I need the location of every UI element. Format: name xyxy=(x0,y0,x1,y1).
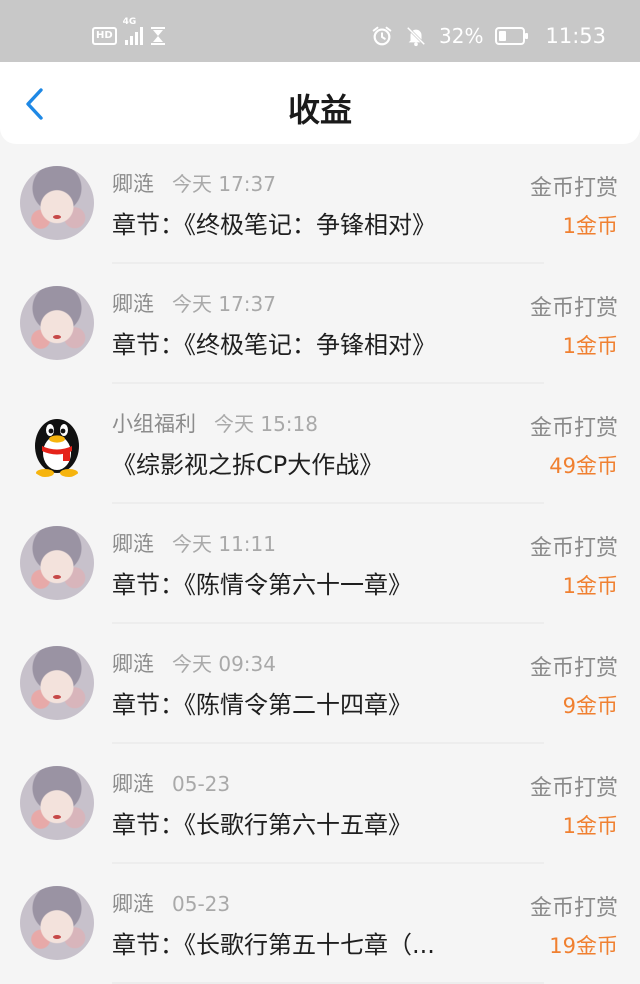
reward-type: 金币打赏 xyxy=(529,176,618,201)
app-header: 收益 xyxy=(0,62,640,144)
reward-type: 金币打赏 xyxy=(529,656,618,681)
avatar-detail xyxy=(53,335,61,339)
earnings-record[interactable]: 小组福利 今天 15:18 《综影视之拆CP大作战》 金币打赏 49金币 xyxy=(0,384,640,504)
battery-icon xyxy=(495,27,529,45)
sender-name: 卿涟 xyxy=(112,772,154,796)
record-time: 05-23 xyxy=(172,892,231,916)
reward-type: 金币打赏 xyxy=(529,536,618,561)
record-meta: 卿涟 今天 17:37 xyxy=(112,168,276,198)
sender-name: 卿涟 xyxy=(112,172,154,196)
record-meta: 卿涟 今天 09:34 xyxy=(112,648,276,678)
girl-avatar xyxy=(20,526,94,600)
reward-amount: 49金币 xyxy=(549,454,618,478)
record-meta: 小组福利 今天 15:18 xyxy=(112,408,318,438)
girl-avatar xyxy=(20,886,94,960)
battery-percent: 32% xyxy=(439,24,484,48)
avatar-detail xyxy=(53,815,61,819)
sender-name: 卿涟 xyxy=(112,292,154,316)
sender-name: 小组福利 xyxy=(112,412,196,436)
status-bar: HD 4G 32% 11:53 xyxy=(0,0,640,62)
avatar-detail xyxy=(53,935,61,939)
record-meta: 卿涟 今天 17:37 xyxy=(112,288,276,318)
record-title: 章节：《陈情令第二十四章》 xyxy=(112,691,412,719)
girl-avatar xyxy=(20,166,94,240)
reward-amount: 1金币 xyxy=(562,574,618,598)
reward-amount: 19金币 xyxy=(549,934,618,958)
alarm-icon xyxy=(372,26,392,46)
penguin-icon xyxy=(35,419,79,477)
record-title: 章节：《终极笔记：争锋相对》 xyxy=(112,331,436,359)
girl-avatar xyxy=(20,286,94,360)
signal-icon: 4G xyxy=(123,17,143,45)
earnings-record[interactable]: 卿涟 今天 09:34 章节：《陈情令第二十四章》 金币打赏 9金币 xyxy=(0,624,640,744)
page-title: 收益 xyxy=(287,91,352,129)
record-title: 章节：《陈情令第六十一章》 xyxy=(112,571,412,599)
sender-name: 卿涟 xyxy=(112,652,154,676)
record-time: 今天 09:34 xyxy=(172,652,276,676)
avatar-detail xyxy=(53,215,61,219)
reward-type: 金币打赏 xyxy=(529,896,618,921)
record-title: 章节：《长歌行第六十五章》 xyxy=(112,811,412,839)
reward-type: 金币打赏 xyxy=(529,296,618,321)
sender-name: 卿涟 xyxy=(112,892,154,916)
record-time: 今天 15:18 xyxy=(214,412,318,436)
earnings-record[interactable]: 卿涟 05-23 章节：《长歌行第五十七章（... 金币打赏 19金币 xyxy=(0,864,640,984)
earnings-list: 卿涟 今天 17:37 章节：《终极笔记：争锋相对》 金币打赏 1金币 卿涟 今… xyxy=(0,144,640,984)
reward-amount: 9金币 xyxy=(562,694,618,718)
record-meta: 卿涟 05-23 xyxy=(112,888,230,918)
record-title: 《综影视之拆CP大作战》 xyxy=(112,451,384,479)
record-time: 今天 17:37 xyxy=(172,292,276,316)
avatar-detail xyxy=(53,575,61,579)
hourglass-icon xyxy=(150,27,165,45)
record-time: 今天 17:37 xyxy=(172,172,276,196)
status-left-group: HD 4G xyxy=(92,17,165,50)
earnings-record[interactable]: 卿涟 今天 17:37 章节：《终极笔记：争锋相对》 金币打赏 1金币 xyxy=(0,264,640,384)
status-right-group: 32% 11:53 xyxy=(371,22,606,50)
record-meta: 卿涟 今天 11:11 xyxy=(112,528,276,558)
reward-type: 金币打赏 xyxy=(529,416,618,441)
girl-avatar xyxy=(20,646,94,720)
penguin-avatar xyxy=(20,406,94,480)
avatar-detail xyxy=(53,695,61,699)
record-title: 章节：《终极笔记：争锋相对》 xyxy=(112,211,436,239)
reward-amount: 1金币 xyxy=(562,214,618,238)
network-type-label: 4G xyxy=(122,17,137,27)
earnings-record[interactable]: 卿涟 05-23 章节：《长歌行第六十五章》 金币打赏 1金币 xyxy=(0,744,640,864)
earnings-record[interactable]: 卿涟 今天 11:11 章节：《陈情令第六十一章》 金币打赏 1金币 xyxy=(0,504,640,624)
record-time: 05-23 xyxy=(172,772,231,796)
reward-type: 金币打赏 xyxy=(529,776,618,801)
record-title: 章节：《长歌行第五十七章（... xyxy=(112,931,435,959)
status-time: 11:53 xyxy=(545,24,606,48)
hd-icon: HD xyxy=(92,27,117,45)
reward-amount: 1金币 xyxy=(562,814,618,838)
battery-level-fill xyxy=(499,31,507,41)
girl-avatar xyxy=(20,766,94,840)
earnings-record[interactable]: 卿涟 今天 17:37 章节：《终极笔记：争锋相对》 金币打赏 1金币 xyxy=(0,144,640,264)
reward-amount: 1金币 xyxy=(562,334,618,358)
record-time: 今天 11:11 xyxy=(172,532,276,556)
sender-name: 卿涟 xyxy=(112,532,154,556)
record-meta: 卿涟 05-23 xyxy=(112,768,230,798)
mute-icon xyxy=(406,26,426,47)
